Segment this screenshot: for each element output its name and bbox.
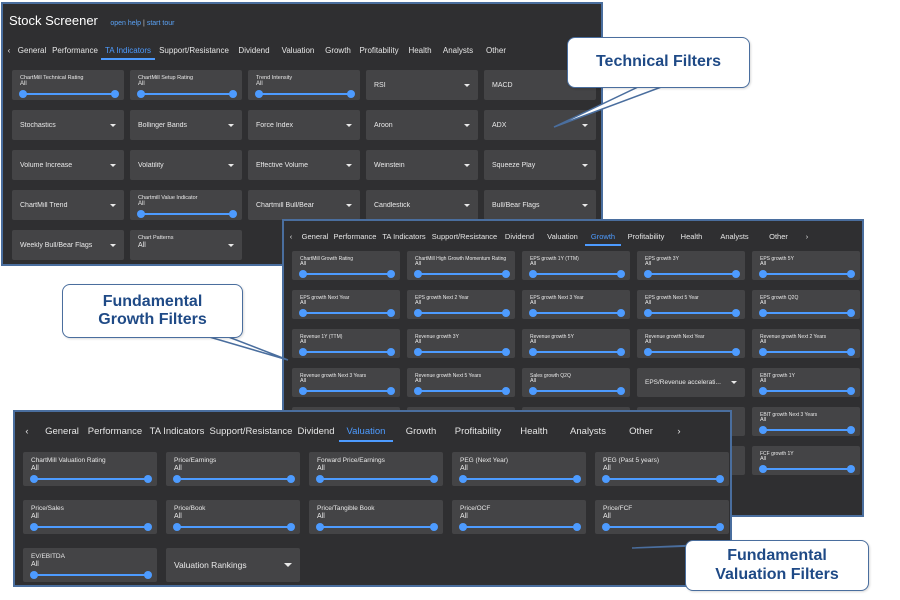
technical-callout-pointer <box>553 85 665 128</box>
callout-line: Fundamental <box>102 292 203 310</box>
callout-line: Valuation Filters <box>715 565 839 583</box>
callout-line: Fundamental <box>727 547 827 565</box>
valuation-filters-callout: Fundamental Valuation Filters <box>685 540 869 591</box>
technical-filters-callout: Technical Filters <box>567 37 750 88</box>
growth-callout-pointer <box>205 335 289 361</box>
callout-line: Growth Filters <box>98 311 207 328</box>
callout-line: Technical Filters <box>595 53 722 71</box>
screenshot-collage: Stock Screener open help | start tour ‹ G… <box>0 0 900 600</box>
growth-filters-callout: Fundamental Growth Filters <box>62 284 243 338</box>
